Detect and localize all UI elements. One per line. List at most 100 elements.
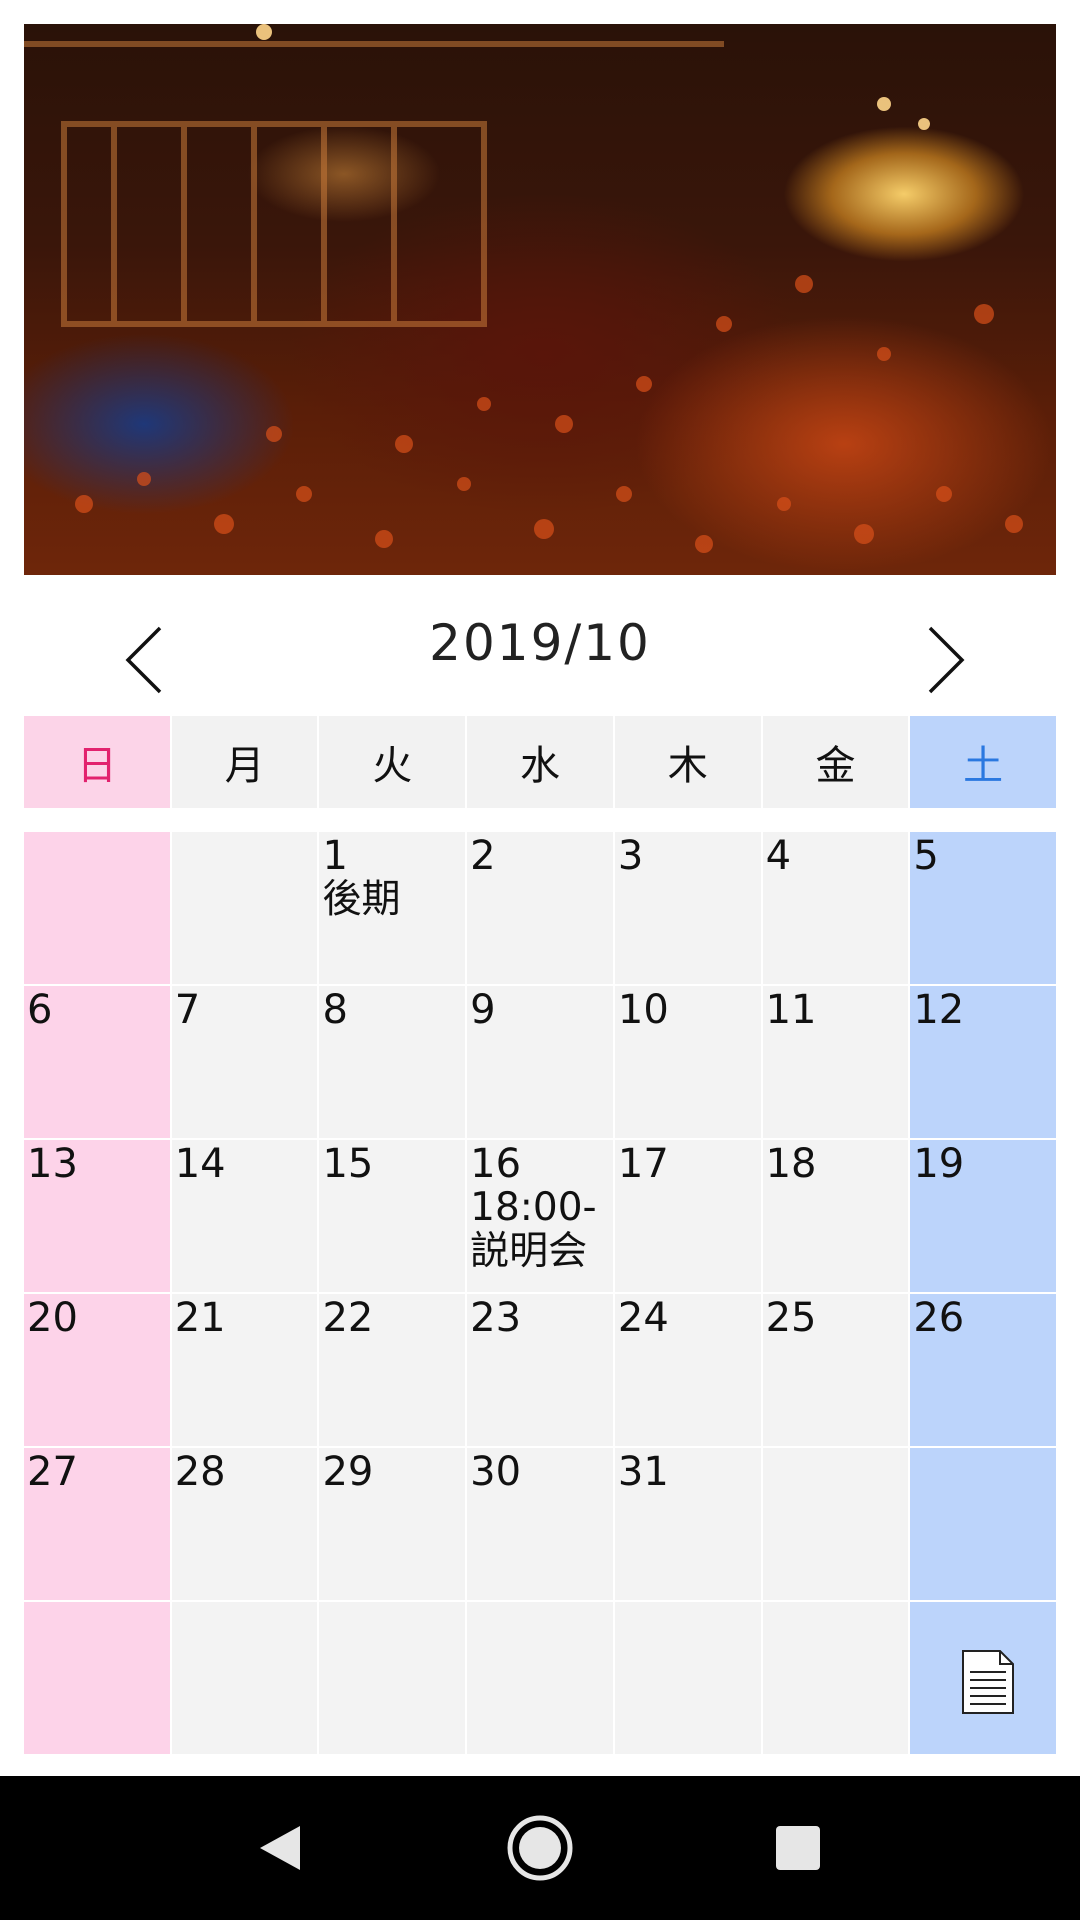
day-number: 27 <box>27 1449 78 1495</box>
calendar-day-cell[interactable] <box>24 1602 170 1754</box>
calendar-day-cell[interactable] <box>24 832 170 984</box>
calendar-day-cell[interactable]: 17 <box>614 1140 761 1292</box>
calendar-day-cell[interactable] <box>171 1602 318 1754</box>
previous-month-button[interactable] <box>104 620 184 700</box>
nav-home-button[interactable] <box>504 1812 576 1884</box>
calendar-day-cell[interactable]: 4 <box>762 832 909 984</box>
back-triangle-icon <box>260 1826 300 1870</box>
calendar-day-cell[interactable]: 27 <box>24 1448 170 1600</box>
calendar-day-cell[interactable]: 13 <box>24 1140 170 1292</box>
calendar-day-cell[interactable]: 11 <box>762 986 909 1138</box>
calendar-day-cell[interactable] <box>614 1602 761 1754</box>
nav-back-button[interactable] <box>244 1812 316 1884</box>
weekday-saturday: 土 <box>910 716 1057 808</box>
day-number: 10 <box>617 987 669 1033</box>
weekday-thursday: 木 <box>614 716 761 808</box>
day-number: 16 <box>470 1141 522 1187</box>
chevron-right-icon <box>928 626 965 694</box>
calendar-day-cell[interactable]: 2 <box>467 832 613 984</box>
calendar-day-cell[interactable]: 18 <box>762 1140 909 1292</box>
weekday-header-row: 日 月 火 水 木 金 土 <box>24 716 1057 808</box>
calendar-day-cell[interactable] <box>762 1448 909 1600</box>
next-month-button[interactable] <box>906 620 986 700</box>
day-number: 21 <box>174 1295 226 1341</box>
day-event-label: 18:00- 説明会 <box>470 1185 597 1274</box>
day-event-label: 後期 <box>322 877 401 922</box>
day-number: 14 <box>174 1141 226 1187</box>
calendar-day-cell[interactable]: 23 <box>467 1294 613 1446</box>
calendar-day-cell[interactable]: 9 <box>467 986 613 1138</box>
calendar-week-row: 13 14 15 16 18:00- 説明会 17 18 19 <box>24 1140 1057 1292</box>
calendar-day-cell[interactable]: 16 18:00- 説明会 <box>467 1140 613 1292</box>
calendar-day-cell[interactable] <box>910 1448 1057 1600</box>
calendar-day-cell[interactable]: 24 <box>614 1294 761 1446</box>
calendar-day-cell[interactable]: 19 <box>910 1140 1057 1292</box>
day-number: 2 <box>470 833 496 879</box>
calendar-day-cell[interactable]: 28 <box>171 1448 318 1600</box>
calendar-day-cell[interactable]: 30 <box>467 1448 613 1600</box>
document-icon <box>962 1650 1014 1714</box>
calendar-day-cell[interactable]: 22 <box>319 1294 466 1446</box>
day-number: 22 <box>322 1295 374 1341</box>
calendar-day-cell[interactable]: 5 <box>910 832 1057 984</box>
calendar-day-cell[interactable]: 31 <box>614 1448 761 1600</box>
day-number: 5 <box>913 833 939 879</box>
autumn-leaves-photo <box>24 24 1023 553</box>
calendar-day-cell[interactable]: 25 <box>762 1294 909 1446</box>
calendar-day-cell[interactable]: 26 <box>910 1294 1057 1446</box>
weekday-monday: 月 <box>171 716 318 808</box>
day-number: 15 <box>322 1141 374 1187</box>
weekday-tuesday: 火 <box>319 716 466 808</box>
chevron-left-icon <box>125 626 162 694</box>
weekday-wednesday: 水 <box>467 716 613 808</box>
day-number: 3 <box>617 833 644 879</box>
day-number: 26 <box>913 1295 965 1341</box>
system-navigation-bar <box>0 1776 1080 1920</box>
nav-recent-apps-button[interactable] <box>762 1812 834 1884</box>
month-header: 2019/10 <box>0 600 1080 710</box>
calendar-week-row <box>24 1602 1057 1754</box>
calendar-day-cell[interactable]: 10 <box>614 986 761 1138</box>
weekday-friday: 金 <box>762 716 909 808</box>
day-number: 12 <box>913 987 965 1033</box>
day-number: 25 <box>765 1295 817 1341</box>
calendar-day-cell[interactable]: 3 <box>614 832 761 984</box>
calendar-day-cell[interactable]: 29 <box>319 1448 466 1600</box>
day-number: 28 <box>174 1449 226 1495</box>
calendar-day-cell[interactable]: 14 <box>171 1140 318 1292</box>
calendar-grid: 1 後期 2 3 4 5 6 7 8 9 10 11 12 13 14 15 16 18:00- 説明会 17 18 1… <box>24 832 1057 1756</box>
calendar-day-cell[interactable] <box>319 1602 466 1754</box>
day-number: 31 <box>617 1449 669 1495</box>
recent-square-icon <box>776 1826 820 1870</box>
day-number: 19 <box>913 1141 965 1187</box>
home-circle-icon <box>507 1815 573 1881</box>
calendar-day-cell[interactable] <box>762 1602 909 1754</box>
day-number: 8 <box>322 987 348 1033</box>
calendar-day-cell[interactable] <box>171 832 318 984</box>
calendar-day-cell[interactable]: 15 <box>319 1140 466 1292</box>
day-number: 13 <box>27 1141 78 1187</box>
day-number: 29 <box>322 1449 374 1495</box>
calendar-day-cell[interactable]: 8 <box>319 986 466 1138</box>
calendar-day-cell[interactable]: 20 <box>24 1294 170 1446</box>
day-number: 30 <box>470 1449 522 1495</box>
weekday-sunday: 日 <box>24 716 170 808</box>
calendar-day-cell[interactable]: 7 <box>171 986 318 1138</box>
header-photo <box>24 24 1056 575</box>
calendar-week-row: 20 21 22 23 24 25 26 <box>24 1294 1057 1446</box>
calendar-week-row: 6 7 8 9 10 11 12 <box>24 986 1057 1138</box>
calendar-day-cell[interactable]: 21 <box>171 1294 318 1446</box>
day-number: 24 <box>617 1295 669 1341</box>
day-number: 11 <box>765 987 817 1033</box>
calendar-day-cell[interactable]: 12 <box>910 986 1057 1138</box>
day-number: 23 <box>470 1295 522 1341</box>
calendar-day-cell[interactable]: 6 <box>24 986 170 1138</box>
calendar-day-cell[interactable]: 1 後期 <box>319 832 466 984</box>
day-number: 18 <box>765 1141 817 1187</box>
calendar-day-cell[interactable] <box>467 1602 613 1754</box>
day-number: 4 <box>765 833 792 879</box>
day-number: 7 <box>174 987 201 1033</box>
day-number: 17 <box>617 1141 669 1187</box>
day-number: 9 <box>470 987 496 1033</box>
document-button[interactable] <box>960 1648 1016 1716</box>
